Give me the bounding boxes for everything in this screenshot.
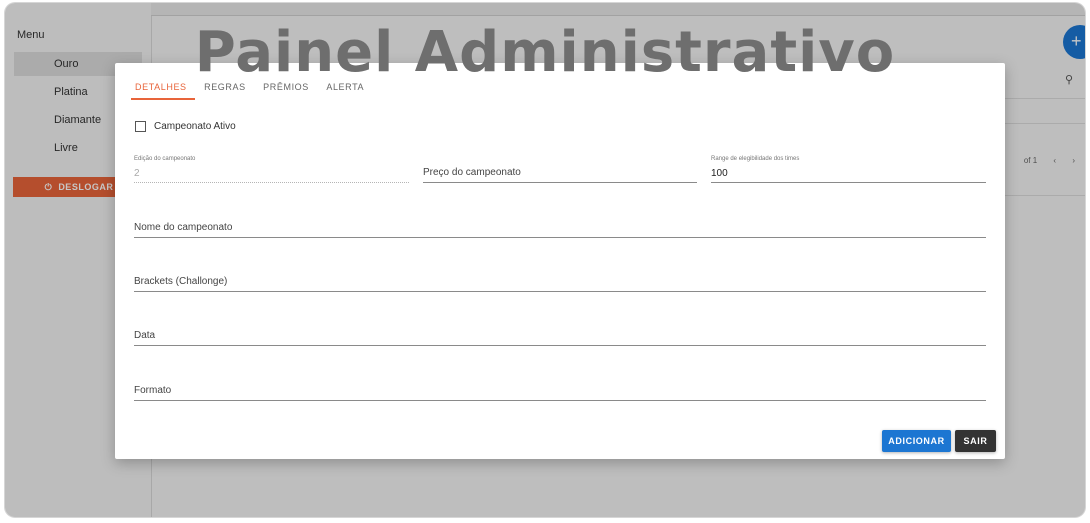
brackets-label: Brackets (Challonge) xyxy=(134,276,228,287)
eligibility-range-field[interactable]: Range de elegibilidade dos times 100 xyxy=(711,156,986,183)
eligibility-range-value: 100 xyxy=(711,168,728,179)
price-field[interactable]: Preço do campeonato xyxy=(423,156,697,183)
date-field[interactable]: Data xyxy=(134,321,986,346)
edition-field: Edição do campeonato 2 xyxy=(134,156,409,183)
eligibility-range-label: Range de elegibilidade dos times xyxy=(711,156,800,162)
exit-button[interactable]: SAIR xyxy=(955,430,996,452)
format-label: Formato xyxy=(134,385,172,396)
tab-bar: DETALHES REGRAS PRÊMIOS ALERTA xyxy=(131,77,375,101)
active-checkbox-row[interactable]: Campeonato Ativo xyxy=(135,121,236,132)
active-checkbox[interactable] xyxy=(135,121,146,132)
format-field[interactable]: Formato xyxy=(134,376,986,401)
championship-dialog: DETALHES REGRAS PRÊMIOS ALERTA Campeonat… xyxy=(115,63,1005,459)
add-button[interactable]: ADICIONAR xyxy=(882,430,951,452)
tab-regras[interactable]: REGRAS xyxy=(202,78,248,100)
date-label: Data xyxy=(134,330,156,341)
name-field[interactable]: Nome do campeonato xyxy=(134,213,986,238)
active-checkbox-label: Campeonato Ativo xyxy=(154,121,236,132)
edition-value: 2 xyxy=(134,168,140,179)
price-label: Preço do campeonato xyxy=(423,167,521,178)
tab-alerta[interactable]: ALERTA xyxy=(324,78,366,100)
tab-premios[interactable]: PRÊMIOS xyxy=(261,78,311,100)
brackets-field[interactable]: Brackets (Challonge) xyxy=(134,267,986,292)
name-label: Nome do campeonato xyxy=(134,222,233,233)
tab-detalhes[interactable]: DETALHES xyxy=(131,78,195,100)
edition-label: Edição do campeonato xyxy=(134,156,196,162)
